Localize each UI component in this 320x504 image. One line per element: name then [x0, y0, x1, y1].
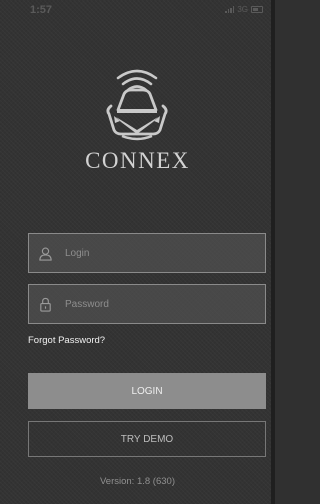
network-label: 3G [237, 5, 248, 14]
brand-name: CONNEX [85, 148, 190, 173]
login-field[interactable] [28, 233, 266, 273]
screen-edge [271, 0, 275, 504]
user-icon [37, 245, 53, 261]
password-field[interactable] [28, 284, 266, 324]
login-input[interactable] [65, 234, 265, 272]
status-bar: 1:57 3G [0, 0, 275, 20]
login-button[interactable]: LOGIN [28, 373, 266, 409]
battery-icon [251, 6, 263, 13]
login-screen: 1:57 3G CONNEX Login Forgot Password? LO… [0, 0, 275, 504]
lock-icon [37, 296, 53, 312]
status-indicators: 3G [225, 5, 263, 14]
version-label: Version: 1.8 (630) [100, 476, 175, 487]
try-demo-button[interactable]: TRY DEMO [28, 421, 266, 457]
password-input[interactable] [65, 285, 265, 323]
connex-logo-icon [106, 69, 168, 141]
forgot-password-link[interactable]: Forgot Password? [28, 335, 105, 346]
signal-icon [225, 6, 235, 13]
status-time: 1:57 [30, 4, 53, 16]
